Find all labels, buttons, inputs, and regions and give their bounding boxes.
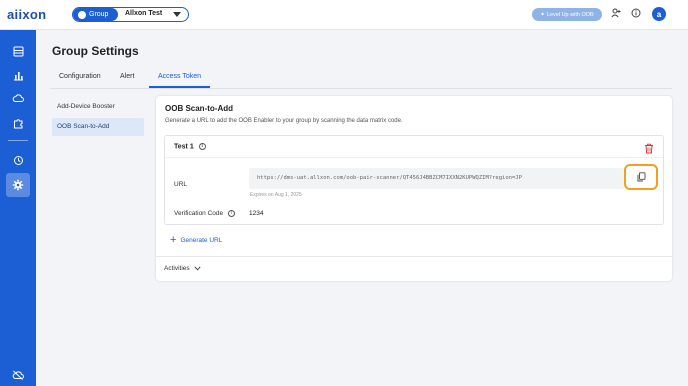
- level-up-oob-button[interactable]: ✦ Level Up with OOB: [532, 8, 602, 21]
- chevron-down-icon: [173, 12, 181, 17]
- cloud-off-icon[interactable]: [9, 366, 27, 384]
- trash-icon[interactable]: [644, 141, 654, 154]
- expires-text: Expires on Aug 1, 2025: [250, 192, 302, 198]
- avatar[interactable]: a: [652, 7, 666, 21]
- activities-label: Activities: [164, 265, 190, 272]
- url-field[interactable]: https://dms-uat.allxon.com/oob-pair-scan…: [249, 168, 624, 189]
- verification-code-label: Verification Code: [174, 210, 224, 218]
- subnav-item-oob-scan-to-add[interactable]: OOB Scan-to-Add: [52, 118, 144, 136]
- history-icon[interactable]: [9, 151, 27, 169]
- token-header: Test 1 i: [165, 136, 663, 158]
- card-divider: [156, 256, 672, 257]
- verification-code-value: 1234: [249, 210, 264, 217]
- logo[interactable]: aiixon: [7, 7, 46, 22]
- puzzle-icon[interactable]: [9, 114, 27, 132]
- chevron-down-icon: [194, 266, 201, 271]
- cloud-icon[interactable]: [9, 89, 27, 107]
- tab-access-token[interactable]: Access Token: [149, 68, 211, 88]
- sidebar-divider: [8, 140, 28, 141]
- storage-icon[interactable]: [9, 42, 27, 60]
- rocket-icon: ✦: [540, 11, 545, 18]
- card-title: OOB Scan-to-Add: [165, 104, 233, 113]
- token-panel: Test 1 i URL https://dms-uat.allxon.com/…: [164, 135, 664, 225]
- top-bar: aiixon Group Allxon Test ✦ Level Up with…: [0, 0, 688, 30]
- info-icon[interactable]: i: [198, 143, 206, 150]
- plus-icon: +: [170, 234, 177, 246]
- main-content: Group Settings Configuration Alert Acces…: [36, 30, 688, 386]
- verification-info-icon[interactable]: i: [227, 210, 235, 217]
- settings-icon[interactable]: [6, 173, 30, 197]
- tab-configuration[interactable]: Configuration: [50, 68, 110, 88]
- copy-url-button[interactable]: [624, 164, 658, 190]
- card-subtitle: Generate a URL to add the OOB Enabler to…: [165, 118, 403, 124]
- group-name: Allxon Test: [125, 10, 163, 17]
- group-label-chip: Group: [73, 8, 118, 21]
- copy-icon: [637, 172, 645, 182]
- layers-icon: [78, 10, 86, 19]
- activities-toggle[interactable]: Activities: [164, 265, 201, 272]
- token-name: Test 1: [174, 143, 194, 151]
- url-label: URL: [174, 181, 188, 188]
- info-icon[interactable]: [631, 8, 641, 22]
- page-title: Group Settings: [52, 44, 139, 58]
- oob-scan-card: OOB Scan-to-Add Generate a URL to add th…: [156, 96, 672, 281]
- sidebar: [0, 30, 36, 386]
- chart-icon[interactable]: [9, 66, 27, 84]
- tab-alert[interactable]: Alert: [111, 68, 143, 88]
- subnav: Add-Device Booster OOB Scan-to-Add: [52, 98, 144, 138]
- user-add-icon[interactable]: [611, 8, 621, 22]
- generate-url-label: Generate URL: [180, 236, 223, 244]
- verification-code-label-row: Verification Code i: [174, 210, 235, 217]
- group-selector[interactable]: Group Allxon Test: [72, 7, 189, 22]
- tab-divider: [50, 88, 672, 89]
- generate-url-button[interactable]: + Generate URL: [170, 234, 223, 246]
- group-label: Group: [89, 11, 109, 18]
- token-name-row: Test 1 i: [174, 143, 206, 150]
- level-up-oob-label: Level Up with OOB: [546, 11, 594, 18]
- subnav-item-add-device-booster[interactable]: Add-Device Booster: [52, 98, 144, 116]
